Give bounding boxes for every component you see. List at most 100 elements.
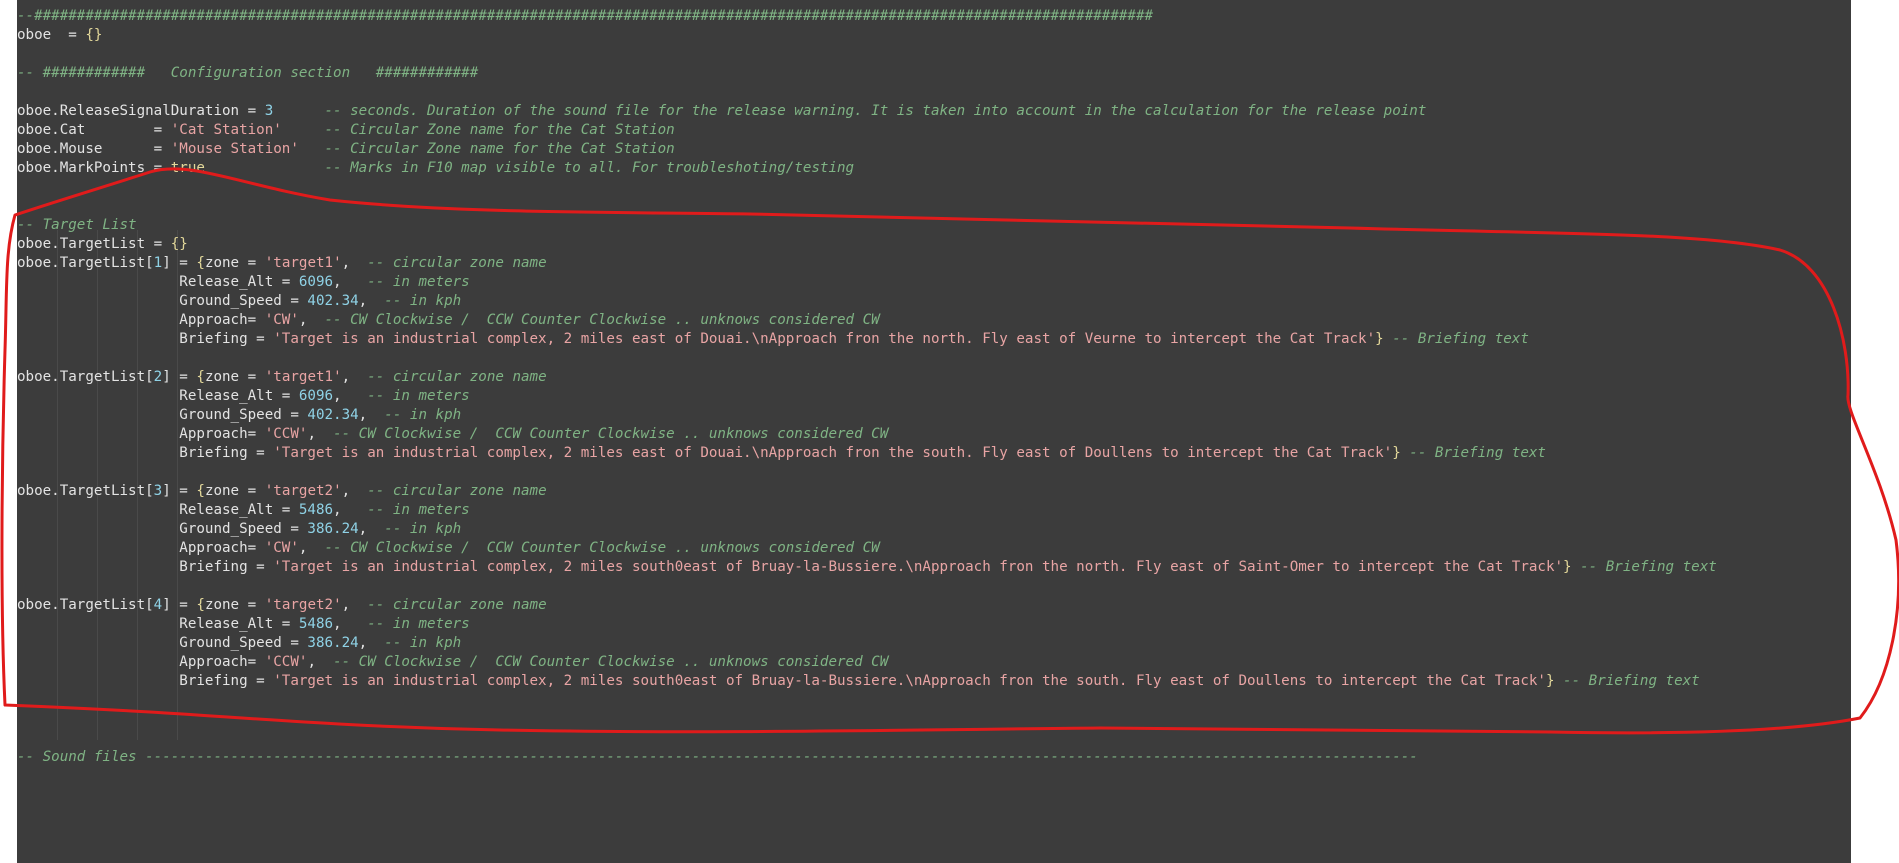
code-token: -- Briefing text — [1580, 559, 1717, 575]
code-token: -- circular zone name — [367, 597, 547, 613]
code-line[interactable]: Release_Alt = 6096, -- in meters — [17, 387, 1717, 406]
code-line[interactable]: oboe.TargetList[2] = {zone = 'target1', … — [17, 368, 1717, 387]
code-token: , — [333, 274, 368, 290]
code-token: , — [298, 312, 325, 328]
code-line[interactable]: -- ############ Configuration section ##… — [17, 64, 1717, 83]
code-token: { — [196, 597, 205, 613]
code-token: -- in meters — [367, 616, 470, 632]
code-token: -- Circular Zone name for the Cat Statio… — [324, 141, 675, 157]
code-line[interactable]: oboe = {} — [17, 26, 1717, 45]
code-token: 6096 — [298, 274, 334, 290]
code-token: Ground_Speed = — [17, 635, 308, 651]
code-line[interactable]: Ground_Speed = 386.24, -- in kph — [17, 520, 1717, 539]
code-token: 'Target is an industrial complex, 2 mile… — [273, 559, 1564, 575]
code-line[interactable] — [17, 178, 1717, 197]
code-line[interactable]: --######################################… — [17, 7, 1717, 26]
code-token: Approach= — [17, 312, 265, 328]
code-line[interactable]: Ground_Speed = 402.34, -- in kph — [17, 292, 1717, 311]
code-token: Ground_Speed = — [17, 293, 308, 309]
code-line[interactable]: Briefing = 'Target is an industrial comp… — [17, 558, 1717, 577]
code-line[interactable]: -- Sound files -------------------------… — [17, 748, 1717, 767]
code-token: } — [1563, 559, 1572, 575]
code-editor[interactable]: --######################################… — [17, 0, 1851, 863]
code-line[interactable] — [17, 577, 1717, 596]
code-line[interactable] — [17, 710, 1717, 729]
code-token: 'target1' — [264, 369, 342, 385]
code-token: , — [333, 388, 368, 404]
code-line[interactable] — [17, 197, 1717, 216]
code-token: -- in kph — [384, 407, 462, 423]
code-token: Release_Alt = — [17, 502, 299, 518]
code-line[interactable] — [17, 83, 1717, 102]
code-line[interactable]: Ground_Speed = 386.24, -- in kph — [17, 634, 1717, 653]
code-token: 402.34 — [307, 293, 359, 309]
code-token: , — [358, 635, 385, 651]
code-token: -- circular zone name — [367, 369, 547, 385]
code-token: ] = — [162, 597, 197, 613]
code-line[interactable]: -- Target List — [17, 216, 1717, 235]
code-token: Briefing = — [17, 673, 274, 689]
code-token: true — [170, 160, 205, 176]
code-line[interactable] — [17, 691, 1717, 710]
code-line[interactable]: Approach= 'CW', -- CW Clockwise / CCW Co… — [17, 539, 1717, 558]
code-line[interactable]: oboe.TargetList[1] = {zone = 'target1', … — [17, 254, 1717, 273]
code-token: , — [358, 521, 385, 537]
code-token: oboe.TargetList[ — [17, 255, 154, 271]
code-token: Ground_Speed = — [17, 407, 308, 423]
code-text[interactable]: --######################################… — [17, 7, 1717, 767]
code-token: } — [1375, 331, 1384, 347]
code-token: oboe.TargetList = — [17, 236, 171, 252]
code-line[interactable]: oboe.ReleaseSignalDuration = 3 -- second… — [17, 102, 1717, 121]
code-line[interactable] — [17, 45, 1717, 64]
code-token: -- in meters — [367, 502, 470, 518]
code-line[interactable]: oboe.Mouse = 'Mouse Station' -- Circular… — [17, 140, 1717, 159]
code-token: oboe.TargetList[ — [17, 369, 154, 385]
code-token: -- CW Clockwise / CCW Counter Clockwise … — [333, 654, 889, 670]
code-token: oboe.ReleaseSignalDuration = — [17, 103, 265, 119]
code-line[interactable] — [17, 349, 1717, 368]
code-line[interactable]: Release_Alt = 5486, -- in meters — [17, 501, 1717, 520]
code-token: oboe.TargetList[ — [17, 483, 154, 499]
code-token: 402.34 — [307, 407, 359, 423]
code-token: Release_Alt = — [17, 388, 299, 404]
code-line[interactable] — [17, 463, 1717, 482]
code-line[interactable]: Approach= 'CCW', -- CW Clockwise / CCW C… — [17, 653, 1717, 672]
code-token: oboe = — [17, 27, 86, 43]
code-token: -- seconds. Duration of the sound file f… — [324, 103, 1427, 119]
code-token: 'Mouse Station' — [170, 141, 299, 157]
code-token: { — [196, 483, 205, 499]
code-token: -- in kph — [384, 635, 462, 651]
code-token: } — [1392, 445, 1401, 461]
code-token: -- in meters — [367, 274, 470, 290]
code-token: -- Briefing text — [1563, 673, 1700, 689]
code-line[interactable]: oboe.MarkPoints = true -- Marks in F10 m… — [17, 159, 1717, 178]
code-line[interactable]: oboe.Cat = 'Cat Station' -- Circular Zon… — [17, 121, 1717, 140]
code-token: -- circular zone name — [367, 483, 547, 499]
code-line[interactable]: oboe.TargetList[4] = {zone = 'target2', … — [17, 596, 1717, 615]
code-line[interactable]: Briefing = 'Target is an industrial comp… — [17, 672, 1717, 691]
code-line[interactable]: Approach= 'CW', -- CW Clockwise / CCW Co… — [17, 311, 1717, 330]
code-line[interactable] — [17, 729, 1717, 748]
code-line[interactable]: Ground_Speed = 402.34, -- in kph — [17, 406, 1717, 425]
code-token: { — [196, 369, 205, 385]
code-token: 'target1' — [264, 255, 342, 271]
code-token: 'CW' — [264, 312, 299, 328]
code-line[interactable]: oboe.TargetList = {} — [17, 235, 1717, 254]
code-line[interactable]: Release_Alt = 5486, -- in meters — [17, 615, 1717, 634]
code-token: {} — [170, 236, 188, 252]
code-line[interactable]: Briefing = 'Target is an industrial comp… — [17, 330, 1717, 349]
left-margin — [0, 0, 17, 863]
code-token: 'target2' — [264, 597, 342, 613]
code-token: Briefing = — [17, 331, 274, 347]
code-line[interactable]: Release_Alt = 6096, -- in meters — [17, 273, 1717, 292]
code-line[interactable]: Briefing = 'Target is an industrial comp… — [17, 444, 1717, 463]
code-token: -- Target List — [17, 217, 137, 233]
code-token: -- in meters — [367, 388, 470, 404]
code-line[interactable]: oboe.TargetList[3] = {zone = 'target2', … — [17, 482, 1717, 501]
code-token: -- in kph — [384, 521, 462, 537]
code-token: -- in kph — [384, 293, 462, 309]
code-line[interactable]: Approach= 'CCW', -- CW Clockwise / CCW C… — [17, 425, 1717, 444]
code-token: zone = — [204, 369, 265, 385]
